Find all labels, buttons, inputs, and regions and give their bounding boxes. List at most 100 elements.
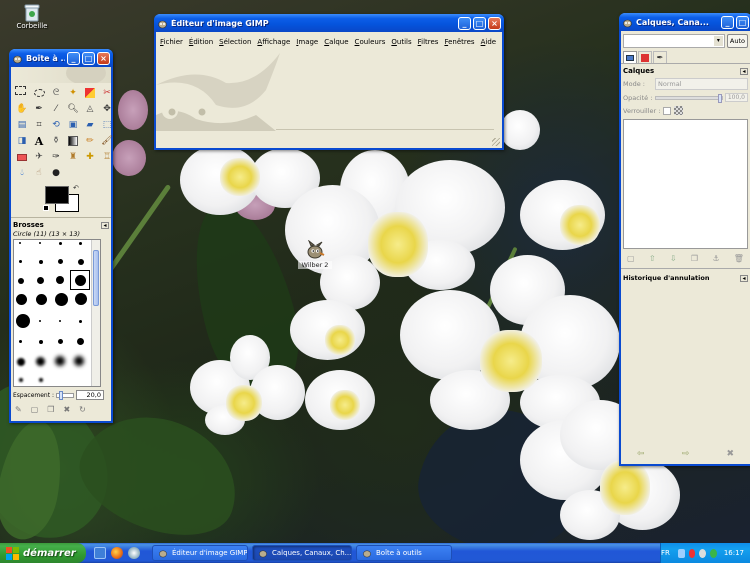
brush-item[interactable] (36, 294, 47, 305)
resize-grip[interactable] (492, 138, 500, 146)
layers-dock-titlebar[interactable]: Calques, Cana... _ □ (619, 13, 750, 31)
redo-icon[interactable]: ⇨ (682, 449, 690, 459)
duplicate-layer-icon[interactable]: ❐ (691, 254, 698, 263)
media-player-icon[interactable] (128, 547, 140, 559)
undo-history-list[interactable] (623, 295, 748, 445)
empty-image-canvas[interactable] (156, 45, 502, 131)
volume-icon[interactable] (699, 548, 707, 558)
start-button[interactable]: démarrer (0, 543, 86, 563)
opacity-slider[interactable] (655, 93, 723, 103)
minimize-button[interactable]: _ (67, 51, 80, 65)
brush-item[interactable] (19, 260, 22, 263)
tab-paths[interactable]: ✒ (653, 51, 667, 63)
brush-item[interactable] (39, 260, 43, 264)
clock[interactable]: 16:17 (724, 549, 744, 557)
fuzzy-select-tool-icon[interactable]: ✦ (66, 86, 80, 100)
blend-tool-icon[interactable] (66, 134, 80, 148)
refresh-brushes-icon[interactable]: ↻ (79, 405, 86, 414)
brushes-grid[interactable] (13, 239, 101, 387)
delete-layer-icon[interactable]: 🗑︎ (734, 254, 744, 263)
brush-item[interactable] (58, 339, 63, 344)
panel-menu-icon[interactable]: ◂ (740, 67, 748, 75)
color-swatches[interactable]: ↶ (43, 184, 83, 214)
opacity-value[interactable]: 100,0 (724, 93, 748, 102)
toolbox-titlebar[interactable]: Boîte à ... _ □ × (9, 49, 113, 67)
close-button[interactable]: × (488, 16, 501, 30)
auto-button[interactable]: Auto (726, 34, 748, 48)
shear-tool-icon[interactable]: ▰ (83, 118, 97, 132)
airbrush-tool-icon[interactable]: ✈ (32, 150, 46, 164)
brush-item[interactable] (36, 357, 45, 366)
brush-item[interactable] (59, 242, 62, 245)
wilber-desktop-icon[interactable]: Wilber 2 (298, 239, 332, 269)
rect-select-tool-icon[interactable] (15, 86, 26, 95)
color-picker-tool-icon[interactable]: ⁄ (49, 102, 63, 116)
lasso-tool-icon[interactable]: ᘓ (49, 86, 63, 100)
align-tool-icon[interactable]: ▤ (15, 118, 29, 132)
crop-tool-icon[interactable]: ⌗ (32, 118, 46, 132)
smudge-tool-icon[interactable]: ☝ (32, 166, 46, 180)
image-editor-titlebar[interactable]: Éditeur d'image GIMP _ □ × (154, 14, 504, 32)
language-indicator[interactable]: FR (661, 549, 670, 557)
mode-combo[interactable]: Normal (655, 78, 748, 90)
spacing-value[interactable]: 20,0 (76, 390, 105, 400)
scale-tool-icon[interactable]: ▣ (66, 118, 80, 132)
brush-item[interactable] (16, 294, 27, 305)
spacing-slider[interactable] (56, 390, 75, 400)
brush-item[interactable] (39, 340, 43, 344)
update-icon[interactable] (710, 548, 717, 558)
delete-brush-icon[interactable]: ✖ (63, 405, 70, 414)
ink-tool-icon[interactable]: ✑ (49, 150, 63, 164)
brush-item[interactable] (16, 314, 30, 328)
brush-item[interactable] (77, 338, 84, 345)
brush-item[interactable] (78, 259, 84, 265)
panel-menu-icon[interactable]: ◂ (740, 274, 748, 282)
eraser-tool-icon[interactable] (15, 150, 29, 164)
duplicate-brush-icon[interactable]: ❐ (47, 405, 54, 414)
show-desktop-icon[interactable] (94, 547, 106, 559)
foreground-color-swatch[interactable] (45, 186, 69, 204)
pencil-tool-icon[interactable]: ✏ (83, 134, 97, 148)
minimize-button[interactable]: _ (721, 15, 734, 29)
brush-item[interactable] (55, 356, 65, 366)
clear-history-icon[interactable]: ✖ (726, 449, 734, 459)
brush-item[interactable] (39, 242, 41, 244)
ellipse-select-tool-icon[interactable] (32, 86, 46, 100)
flip-tool-icon[interactable]: ◨ (15, 134, 29, 148)
security-icon[interactable] (688, 548, 696, 558)
brush-item[interactable] (56, 276, 64, 284)
rotate-tool-icon[interactable]: ⟲ (49, 118, 63, 132)
edit-brush-icon[interactable]: ✎ (15, 405, 22, 414)
brush-item[interactable] (19, 242, 21, 244)
brush-item[interactable] (74, 356, 84, 366)
blur-tool-icon[interactable]: 💧︎ (15, 166, 29, 180)
layers-list[interactable] (623, 119, 748, 249)
brush-item[interactable] (39, 320, 41, 322)
bucket-fill-tool-icon[interactable]: ⚱ (49, 134, 63, 148)
recycle-bin-icon[interactable]: Corbeille (16, 2, 48, 30)
brush-item[interactable] (17, 358, 25, 366)
panel-menu-icon[interactable]: ◂ (101, 221, 109, 229)
task-layers-dock[interactable]: Calques, Canaux, Ch... (252, 545, 352, 561)
brush-item[interactable] (75, 293, 87, 305)
tab-layers[interactable] (623, 51, 637, 63)
maximize-button[interactable]: □ (82, 51, 95, 65)
brush-item[interactable] (19, 378, 23, 382)
minimize-button[interactable]: _ (458, 16, 471, 30)
scissors-tool-icon[interactable]: ✂ (100, 86, 114, 100)
maximize-button[interactable]: □ (473, 16, 486, 30)
move-tool-icon[interactable]: ✥ (100, 102, 114, 116)
foreground-select-tool-icon[interactable]: ✋ (15, 102, 29, 116)
brushes-scrollbar[interactable] (91, 240, 100, 386)
tab-channels[interactable] (638, 51, 652, 63)
brush-item[interactable] (58, 259, 63, 264)
raise-layer-icon[interactable]: ⇧ (649, 254, 656, 263)
swap-colors-icon[interactable]: ↶ (73, 184, 79, 192)
measure-tool-icon[interactable]: ◬ (83, 102, 97, 116)
color-select-tool-icon[interactable] (83, 86, 97, 100)
brush-item[interactable] (55, 293, 68, 306)
new-layer-icon[interactable]: ▢ (627, 254, 635, 263)
brush-item[interactable] (79, 242, 82, 245)
heal-tool-icon[interactable]: ✚ (83, 150, 97, 164)
brush-item[interactable] (19, 340, 22, 343)
